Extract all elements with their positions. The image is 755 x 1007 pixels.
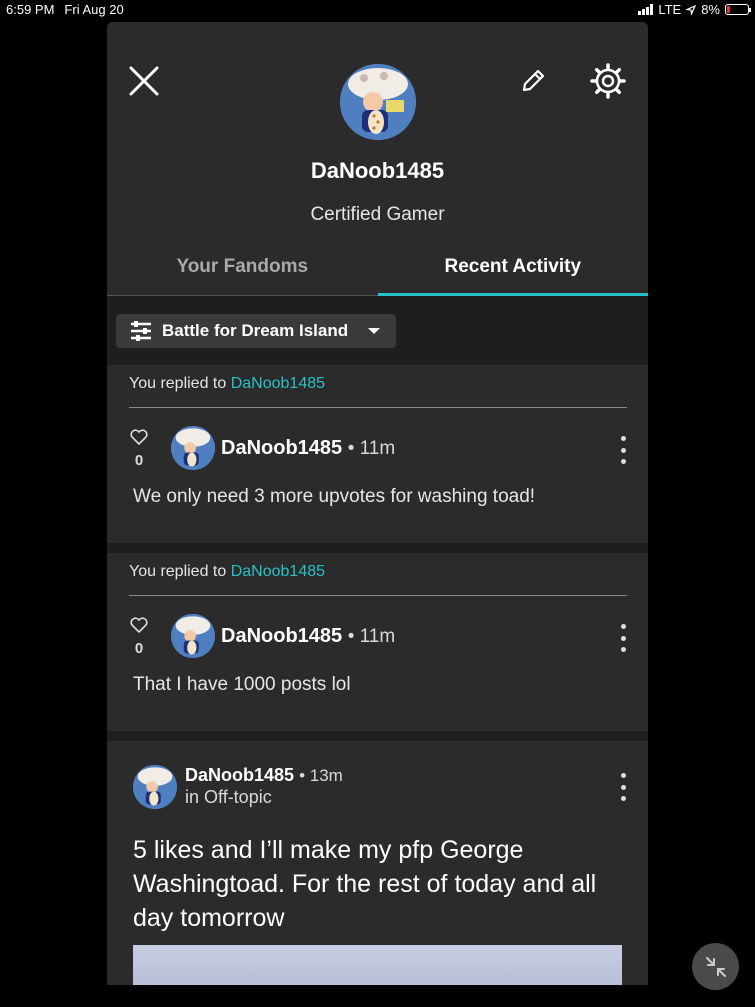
like-count: 0 xyxy=(134,452,144,469)
post-text: 5 likes and I’ll make my pfp George Wash… xyxy=(133,836,597,932)
battery-icon xyxy=(725,4,751,15)
divider xyxy=(129,407,627,408)
fandom-filter-dropdown[interactable]: Battle for Dream Island xyxy=(116,314,396,348)
sliders-icon xyxy=(131,321,151,341)
kebab-dot xyxy=(620,635,626,641)
like-button[interactable]: 0 xyxy=(129,617,149,657)
pencil-icon xyxy=(522,69,545,92)
post-author-line: DaNoob1485 • 11m xyxy=(221,437,395,460)
profile-avatar[interactable] xyxy=(340,64,416,140)
kebab-dot xyxy=(620,447,626,453)
more-options-button[interactable] xyxy=(616,773,630,801)
heart-icon xyxy=(130,429,148,446)
post-author[interactable]: DaNoob1485 xyxy=(221,437,342,459)
kebab-dot xyxy=(620,647,626,652)
filter-bar: Battle for Dream Island xyxy=(107,296,648,365)
profile-panel: DaNoob1485 Certified Gamer Your Fandoms … xyxy=(107,22,648,985)
card-separator xyxy=(107,731,648,741)
profile-header: DaNoob1485 Certified Gamer Your Fandoms … xyxy=(107,22,648,296)
kebab-dot xyxy=(620,773,626,778)
battery-percent: 8% xyxy=(701,2,720,17)
signal-icon xyxy=(638,4,654,15)
kebab-dot xyxy=(620,624,626,629)
post-image[interactable] xyxy=(133,945,622,985)
post-author[interactable]: DaNoob1485 xyxy=(185,765,294,785)
post-body: That I have 1000 posts lol xyxy=(133,674,351,695)
tab-recent-activity[interactable]: Recent Activity xyxy=(377,248,649,296)
kebab-dot xyxy=(620,436,626,441)
post-card[interactable]: DaNoob1485 • 13m in Off-topic 5 likes an… xyxy=(107,741,648,985)
kebab-dot xyxy=(620,784,626,790)
chevron-down-icon xyxy=(368,328,381,334)
collapse-arrows-icon xyxy=(705,956,726,977)
close-button[interactable] xyxy=(124,61,164,101)
more-options-button[interactable] xyxy=(616,624,630,652)
network-label: LTE xyxy=(658,2,682,17)
kebab-dot xyxy=(620,796,626,801)
kebab-dot xyxy=(620,459,626,464)
like-button[interactable]: 0 xyxy=(129,429,149,469)
post-time: • 13m xyxy=(299,766,343,785)
profile-tagline: Certified Gamer xyxy=(310,204,445,225)
toad-avatar-image xyxy=(171,614,215,658)
reply-context: You replied to DaNoob1485 xyxy=(129,375,325,393)
status-date: Fri Aug 20 xyxy=(64,2,124,17)
avatar[interactable] xyxy=(171,426,215,470)
reply-target-link[interactable]: DaNoob1485 xyxy=(231,563,325,580)
post-time: • 11m xyxy=(347,438,396,459)
settings-button[interactable] xyxy=(588,61,628,101)
reply-target-link[interactable]: DaNoob1485 xyxy=(231,375,325,392)
activity-card: You replied to DaNoob1485 0 DaNoob1485 •… xyxy=(107,365,648,543)
tab-your-fandoms[interactable]: Your Fandoms xyxy=(107,248,378,295)
post-author[interactable]: DaNoob1485 xyxy=(221,625,342,647)
close-icon xyxy=(129,66,159,96)
like-count: 0 xyxy=(134,640,144,657)
filter-label: Battle for Dream Island xyxy=(162,321,349,340)
reply-context: You replied to DaNoob1485 xyxy=(129,563,325,581)
toad-avatar-image xyxy=(133,765,177,809)
toad-avatar-image xyxy=(340,64,416,140)
profile-tabs: Your Fandoms Recent Activity xyxy=(107,248,648,296)
divider xyxy=(129,595,627,596)
post-body: We only need 3 more upvotes for washing … xyxy=(133,486,536,507)
card-separator xyxy=(107,543,648,553)
profile-username: DaNoob1485 xyxy=(310,158,445,183)
post-author-line: DaNoob1485 • 13m xyxy=(185,765,343,786)
status-time: 6:59 PM xyxy=(6,2,55,17)
activity-card: You replied to DaNoob1485 0 DaNoob1485 •… xyxy=(107,553,648,731)
status-bar: 6:59 PM Fri Aug 20 LTE 8% xyxy=(0,0,755,20)
reply-prefix: You replied to xyxy=(129,375,227,392)
reply-prefix: You replied to xyxy=(129,563,227,580)
avatar[interactable] xyxy=(133,765,177,809)
post-time: • 11m xyxy=(347,626,396,647)
toad-avatar-image xyxy=(171,426,215,470)
post-author-line: DaNoob1485 • 11m xyxy=(221,625,395,648)
location-icon xyxy=(686,4,697,15)
gear-icon xyxy=(590,63,626,99)
avatar[interactable] xyxy=(171,614,215,658)
minimize-button[interactable] xyxy=(692,943,739,990)
more-options-button[interactable] xyxy=(616,436,630,464)
heart-icon xyxy=(130,617,148,634)
post-community[interactable]: in Off-topic xyxy=(185,787,272,808)
edit-button[interactable] xyxy=(513,61,553,101)
